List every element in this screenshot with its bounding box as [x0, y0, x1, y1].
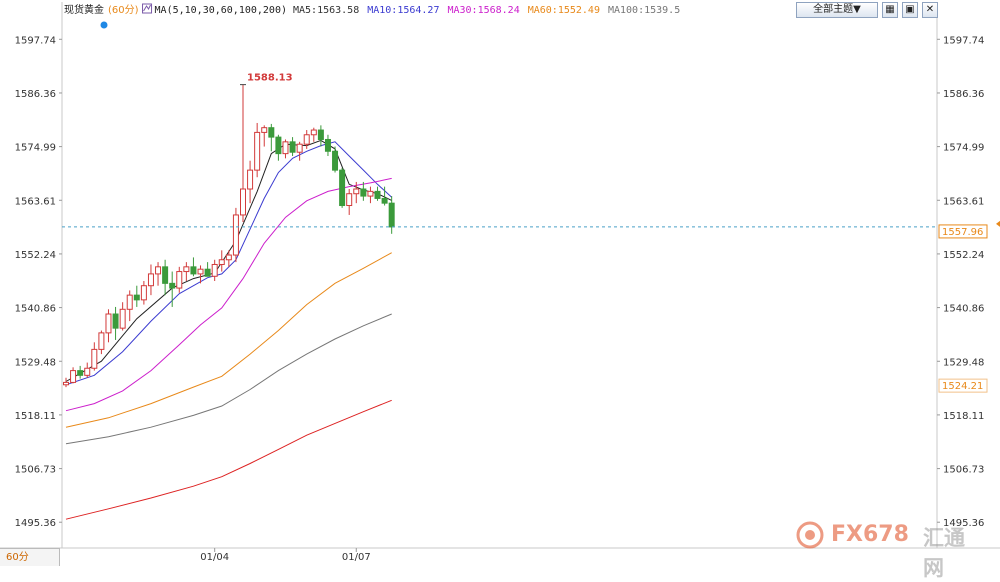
- ma-value-legend: MA5:1563.58: [293, 5, 359, 16]
- price-chart[interactable]: 1597.74 1597.74 1586.36 1586.36 1574.99 1574.…: [0, 0, 1000, 567]
- y-tick-label-right: 1597.74: [943, 35, 984, 46]
- candle-body[interactable]: [374, 190, 381, 199]
- watermark-logo: FX678 汇通网: [795, 520, 985, 580]
- candle-body[interactable]: [275, 136, 282, 155]
- candle-body[interactable]: [105, 313, 112, 334]
- y-tick-label-right: 1506.73: [943, 465, 984, 476]
- price-arrow-icon: [996, 220, 1000, 227]
- candle-body[interactable]: [204, 268, 211, 277]
- candle-body[interactable]: [289, 141, 296, 153]
- candle-body[interactable]: [169, 282, 176, 289]
- candle-body[interactable]: [98, 332, 105, 350]
- candle-body[interactable]: [119, 308, 126, 329]
- y-tick-label-right: 1552.24: [943, 250, 984, 261]
- candle-body[interactable]: [70, 370, 77, 383]
- candle-body[interactable]: [247, 169, 254, 190]
- ma-value-legend: MA10:1564.27: [367, 5, 439, 16]
- y-tick-label-right: 1540.86: [943, 304, 984, 315]
- alert-dot-icon: [100, 21, 108, 29]
- close-icon[interactable]: ✕: [922, 2, 938, 18]
- candle-body[interactable]: [84, 367, 91, 376]
- candle-body[interactable]: [190, 266, 197, 275]
- instrument-label: 现货黄金: [64, 3, 104, 16]
- y-tick-label-right: 1518.11: [943, 411, 984, 422]
- candle-body[interactable]: [155, 266, 162, 275]
- watermark-cn-text: 汇通网: [923, 526, 965, 580]
- candle-body[interactable]: [317, 129, 324, 140]
- y-tick-label-left: 1495.36: [15, 518, 56, 529]
- candle-body[interactable]: [360, 188, 367, 197]
- fx678-logo-icon: [796, 521, 824, 549]
- candle-body[interactable]: [183, 266, 190, 273]
- y-tick-label-left: 1563.61: [15, 196, 56, 207]
- candle-body[interactable]: [282, 141, 289, 155]
- candle-body[interactable]: [91, 348, 98, 369]
- ma-params-label: MA(5,10,30,60,100,200): [155, 5, 287, 16]
- theme-selector-button[interactable]: 全部主题▼: [796, 2, 878, 18]
- y-tick-label-left: 1540.86: [15, 304, 56, 315]
- candle-body[interactable]: [197, 268, 204, 275]
- grid-layout-icon[interactable]: ▦: [882, 2, 898, 18]
- candle-body[interactable]: [353, 188, 360, 195]
- ma-value-legend: MA60:1552.49: [528, 5, 600, 16]
- ma-line-ma30: [65, 177, 392, 412]
- candle-body[interactable]: [339, 169, 346, 207]
- high-annotation-label: 1588.13: [247, 73, 293, 84]
- x-tick-label: 01/07: [342, 552, 371, 563]
- candle-body[interactable]: [218, 259, 225, 265]
- candle-body[interactable]: [367, 190, 374, 197]
- y-tick-label-left: 1518.11: [15, 411, 56, 422]
- y-tick-label-right: 1563.61: [943, 196, 984, 207]
- ma-value-label: 1524.21: [942, 381, 983, 392]
- candle-body[interactable]: [310, 129, 317, 136]
- candle-body[interactable]: [388, 202, 395, 228]
- last-price-label: 1557.96: [942, 227, 983, 238]
- candle-body[interactable]: [77, 370, 84, 376]
- y-tick-label-left: 1529.48: [15, 357, 56, 368]
- candle-body[interactable]: [254, 131, 261, 171]
- y-tick-label-right: 1574.99: [943, 143, 984, 154]
- candle-body[interactable]: [381, 197, 388, 204]
- candle-body[interactable]: [332, 150, 339, 171]
- candle-body[interactable]: [63, 381, 69, 386]
- window-icon[interactable]: ▣: [902, 2, 918, 18]
- watermark-text: FX678: [831, 522, 909, 547]
- y-tick-label-left: 1586.36: [15, 89, 56, 100]
- candle-body[interactable]: [140, 285, 147, 301]
- ma-value-legend: MA100:1539.5: [608, 5, 680, 16]
- timeframe-label: (60分): [108, 4, 139, 16]
- ma-value-legend: MA30:1568.24: [447, 5, 519, 16]
- y-tick-label-right: 1586.36: [943, 89, 984, 100]
- candle-body[interactable]: [240, 188, 246, 216]
- y-tick-label-left: 1574.99: [15, 143, 56, 154]
- timeframe-tab[interactable]: 60分: [0, 548, 60, 566]
- candle-body[interactable]: [346, 193, 353, 207]
- ma-line-ma200: [65, 399, 392, 520]
- x-tick-label: 01/04: [200, 552, 229, 563]
- candle-body[interactable]: [211, 263, 218, 277]
- candle-body[interactable]: [324, 138, 331, 152]
- candle-body[interactable]: [232, 214, 239, 256]
- candle-body[interactable]: [303, 134, 310, 145]
- ma-line-ma60: [65, 252, 392, 428]
- y-tick-label-left: 1597.74: [15, 35, 56, 46]
- candle-body[interactable]: [176, 271, 183, 289]
- candle-body[interactable]: [147, 273, 154, 287]
- candle-body[interactable]: [133, 294, 140, 301]
- candle-body[interactable]: [162, 266, 169, 284]
- candle-body[interactable]: [268, 127, 275, 138]
- candle-body[interactable]: [296, 143, 303, 153]
- ma-line-ma100: [65, 313, 392, 445]
- y-tick-label-right: 1529.48: [943, 357, 984, 368]
- candle-body[interactable]: [126, 294, 133, 310]
- y-tick-label-left: 1506.73: [15, 465, 56, 476]
- candle-body[interactable]: [261, 127, 268, 133]
- candle-body[interactable]: [225, 254, 232, 261]
- candle-body[interactable]: [112, 313, 119, 329]
- y-tick-label-left: 1552.24: [15, 250, 56, 261]
